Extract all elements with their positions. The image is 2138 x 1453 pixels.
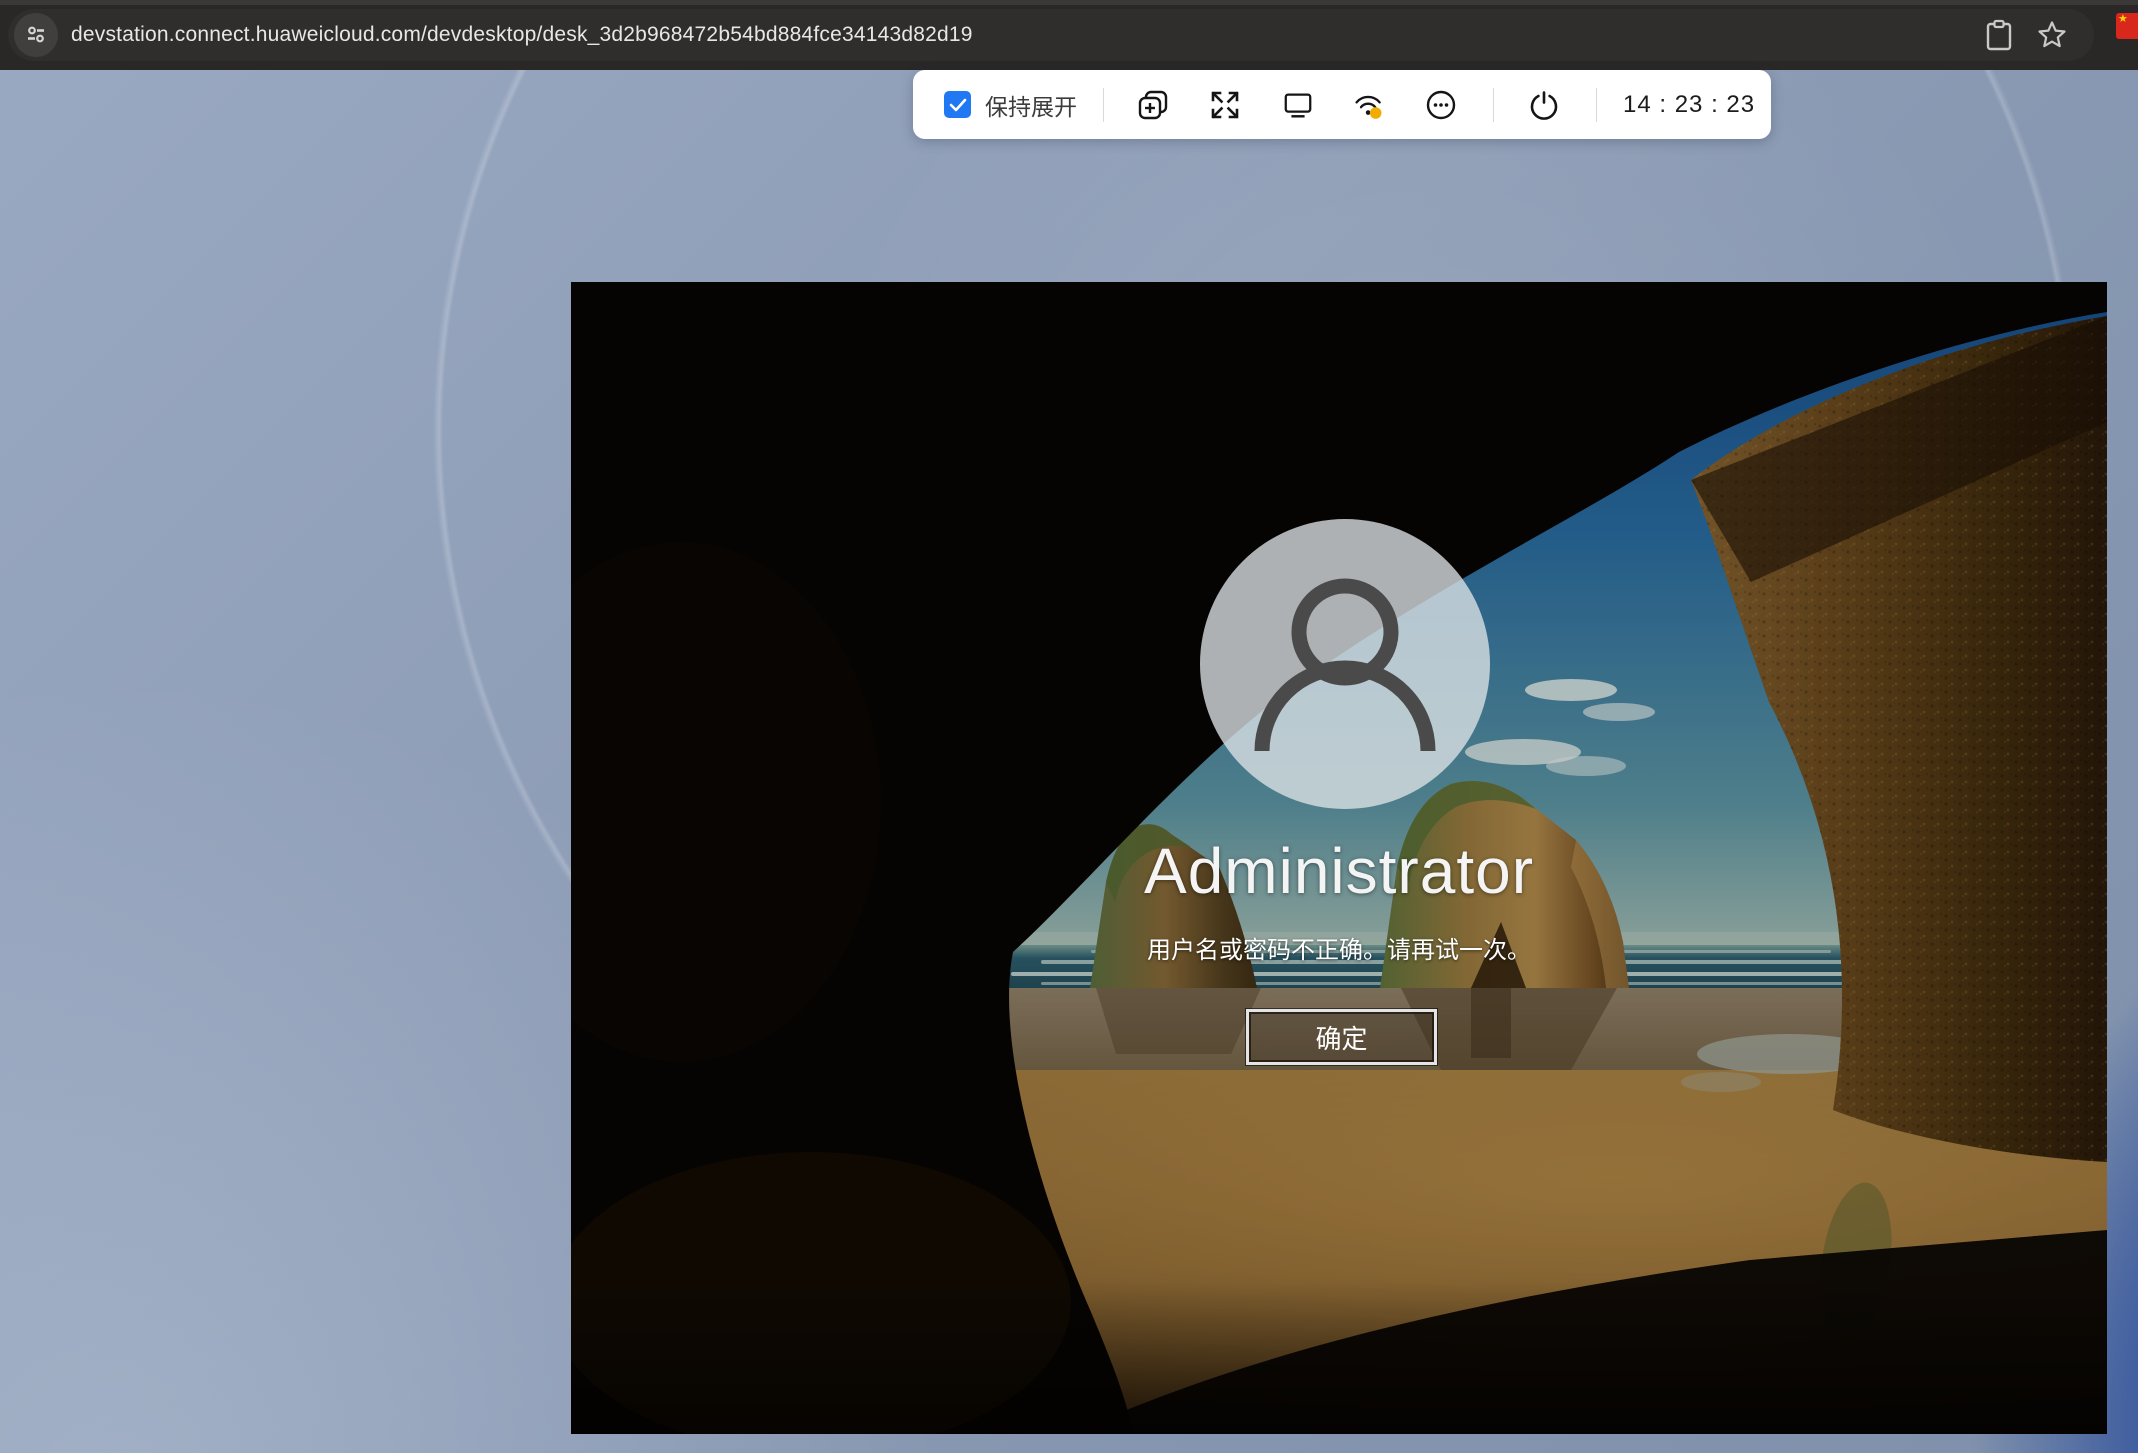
more-options-button[interactable] bbox=[1425, 89, 1457, 121]
check-icon bbox=[949, 98, 967, 112]
person-icon bbox=[1200, 519, 1490, 809]
clipboard-icon[interactable] bbox=[1984, 19, 2014, 51]
keep-open-label[interactable]: 保持展开 bbox=[985, 88, 1077, 122]
extension-flag-icon[interactable]: ★ bbox=[2116, 13, 2138, 39]
toolbar-divider bbox=[1596, 88, 1597, 122]
user-avatar bbox=[1200, 519, 1490, 809]
session-toolbar: 保持展开 bbox=[913, 70, 1771, 139]
new-window-button[interactable] bbox=[1137, 89, 1169, 121]
username-label: Administrator bbox=[571, 834, 2107, 908]
wifi-icon bbox=[1353, 89, 1385, 121]
flag-star: ★ bbox=[2118, 13, 2128, 25]
lock-screen-ui: Administrator 用户名或密码不正确。请再试一次。 确定 bbox=[571, 282, 2107, 1434]
monitor-icon bbox=[1282, 89, 1314, 121]
login-error-message: 用户名或密码不正确。请再试一次。 bbox=[571, 930, 2107, 965]
fullscreen-icon bbox=[1209, 89, 1241, 121]
tune-icon bbox=[21, 20, 51, 50]
toolbar-divider bbox=[1493, 88, 1494, 122]
new-window-icon bbox=[1137, 89, 1169, 121]
fullscreen-button[interactable] bbox=[1209, 89, 1241, 121]
ok-button[interactable]: 确定 bbox=[1246, 1009, 1437, 1065]
display-button[interactable] bbox=[1282, 89, 1314, 121]
browser-address-bar: devstation.connect.huaweicloud.com/devde… bbox=[0, 0, 2138, 70]
site-settings-button[interactable] bbox=[14, 13, 58, 57]
session-time: 14 : 23 : 23 bbox=[1623, 91, 1755, 119]
bookmark-star-icon[interactable] bbox=[2036, 19, 2068, 51]
keep-open-checkbox[interactable] bbox=[944, 91, 971, 118]
toolbar-divider bbox=[1103, 88, 1104, 122]
url-text[interactable]: devstation.connect.huaweicloud.com/devde… bbox=[71, 23, 1984, 47]
more-options-icon bbox=[1425, 89, 1457, 121]
remote-desktop-viewport[interactable]: Administrator 用户名或密码不正确。请再试一次。 确定 bbox=[571, 282, 2107, 1434]
power-button[interactable] bbox=[1528, 89, 1560, 121]
network-button[interactable] bbox=[1353, 89, 1385, 121]
wifi-status-dot bbox=[1370, 107, 1382, 119]
url-pill[interactable]: devstation.connect.huaweicloud.com/devde… bbox=[8, 9, 2094, 61]
power-icon bbox=[1528, 89, 1560, 121]
